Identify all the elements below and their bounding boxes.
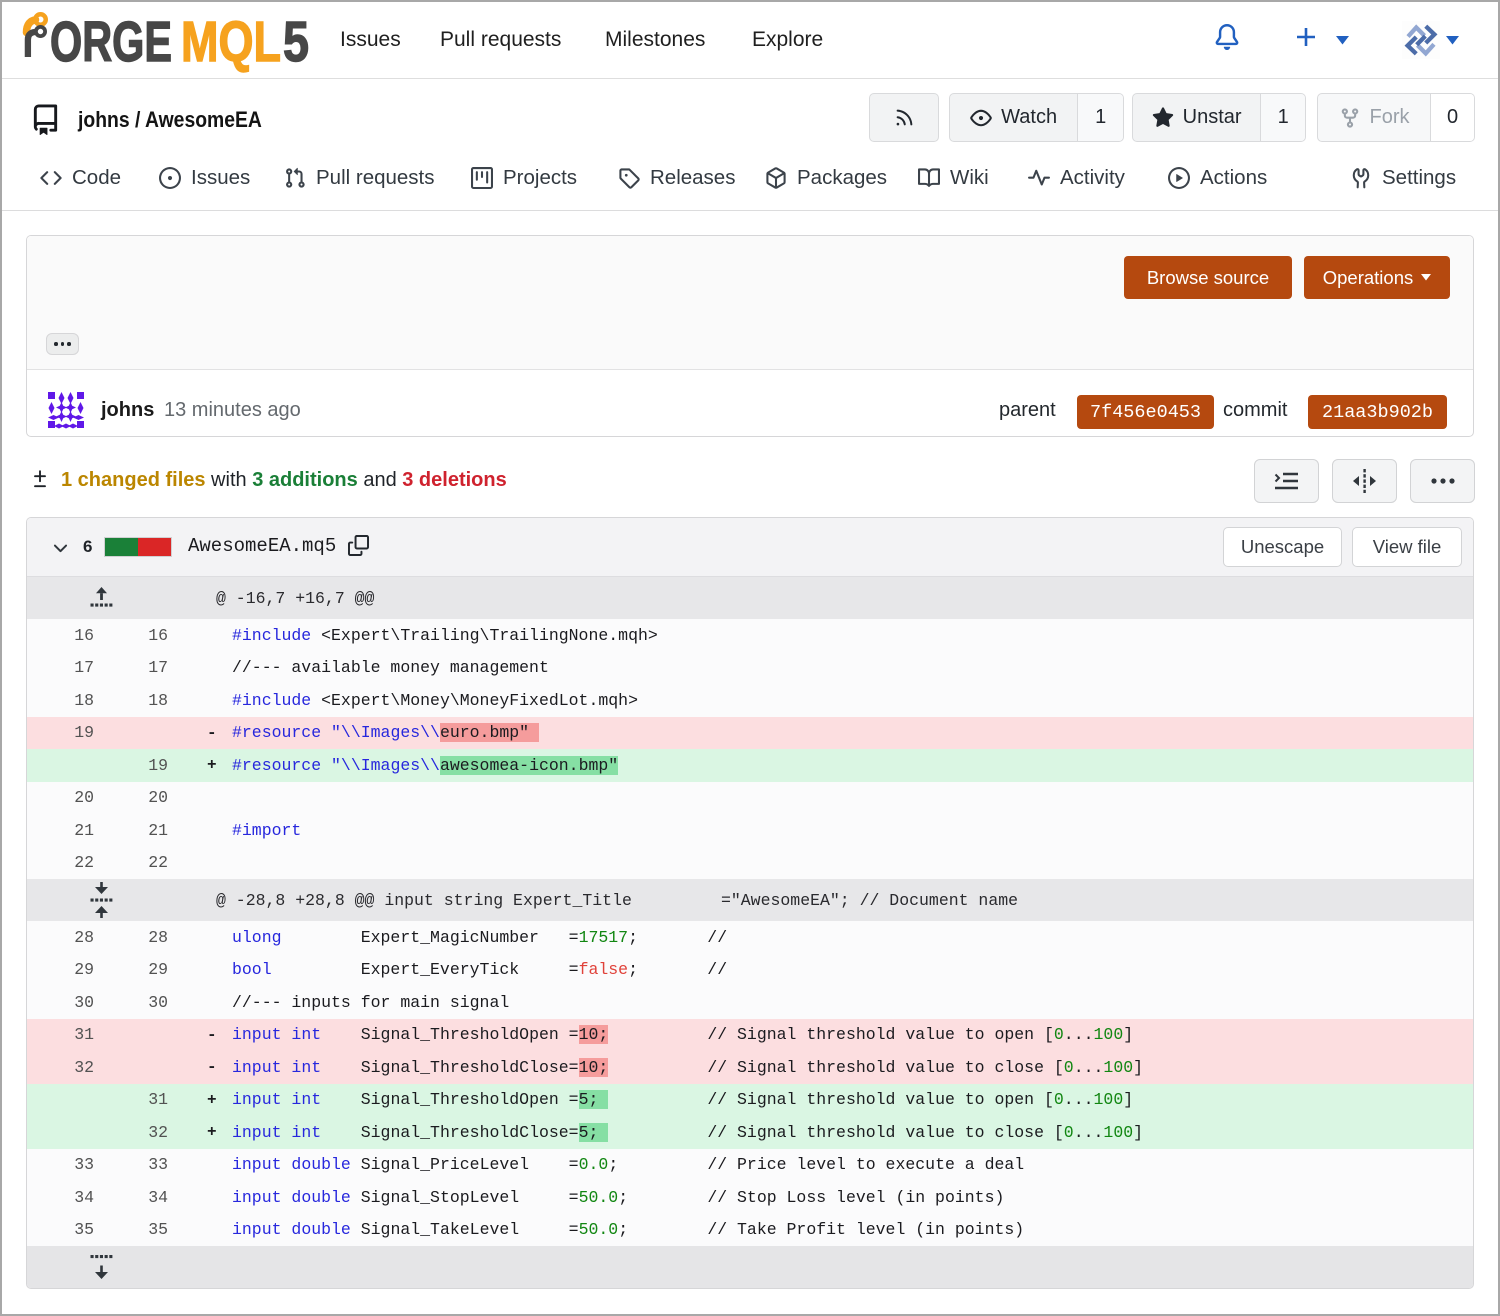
- svg-text:ORGE: ORGE: [50, 10, 172, 74]
- svg-text:MQL: MQL: [181, 10, 281, 74]
- svg-text:5: 5: [283, 10, 309, 74]
